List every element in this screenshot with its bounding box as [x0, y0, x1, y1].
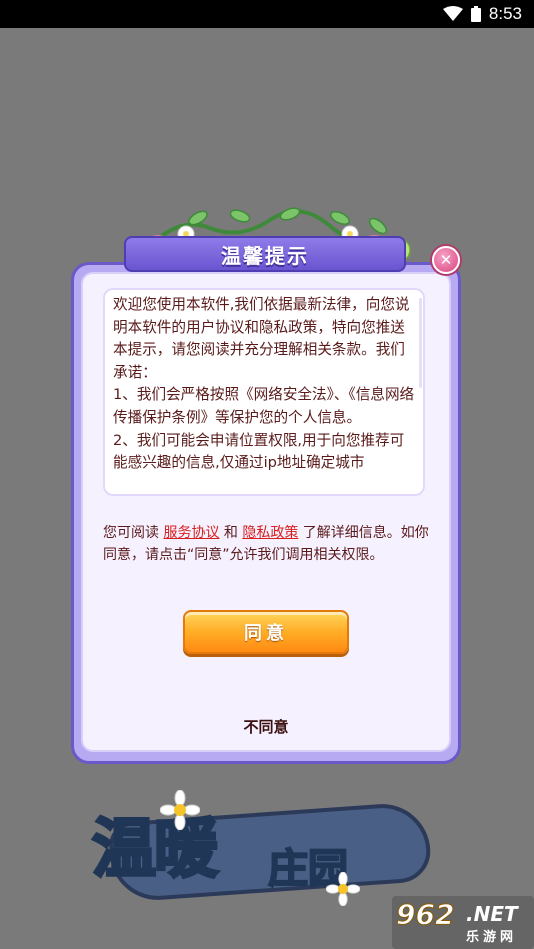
status-bar: 8:53	[0, 0, 534, 28]
watermark-domain: .NET	[466, 902, 518, 926]
wifi-icon	[442, 6, 463, 22]
privacy-policy-link[interactable]: 隐私政策	[242, 525, 298, 541]
service-agreement-link[interactable]: 服务协议	[163, 525, 219, 541]
disagree-button[interactable]: 不同意	[216, 712, 316, 740]
close-button[interactable]: ✕	[432, 246, 460, 274]
agree-button[interactable]: 同意	[183, 610, 349, 654]
agreement-notice: 您可阅读 服务协议 和 隐私政策 了解详细信息。如你同意，请点击“同意”允许我们…	[103, 522, 433, 566]
notice-prefix: 您可阅读	[103, 525, 164, 541]
close-icon: ✕	[439, 251, 453, 269]
site-watermark: 962 .NET 乐游网	[392, 896, 534, 949]
agreement-text: 欢迎您使用本软件,我们依据最新法律，向您说明本软件的用户协议和隐私政策，特向您推…	[113, 296, 415, 472]
watermark-site-name: 乐游网	[466, 930, 518, 945]
battery-icon	[470, 6, 481, 22]
daisy-icon	[326, 872, 360, 906]
notice-and: 和	[219, 525, 243, 541]
dialog-title: 温馨提示	[221, 243, 309, 268]
watermark-number: 962	[395, 898, 455, 932]
daisy-icon	[160, 790, 200, 830]
agreement-scroll-area[interactable]: 欢迎您使用本软件,我们依据最新法律，向您说明本软件的用户协议和隐私政策，特向您推…	[103, 288, 425, 496]
scrollbar[interactable]	[419, 298, 422, 488]
status-time: 8:53	[488, 4, 522, 23]
